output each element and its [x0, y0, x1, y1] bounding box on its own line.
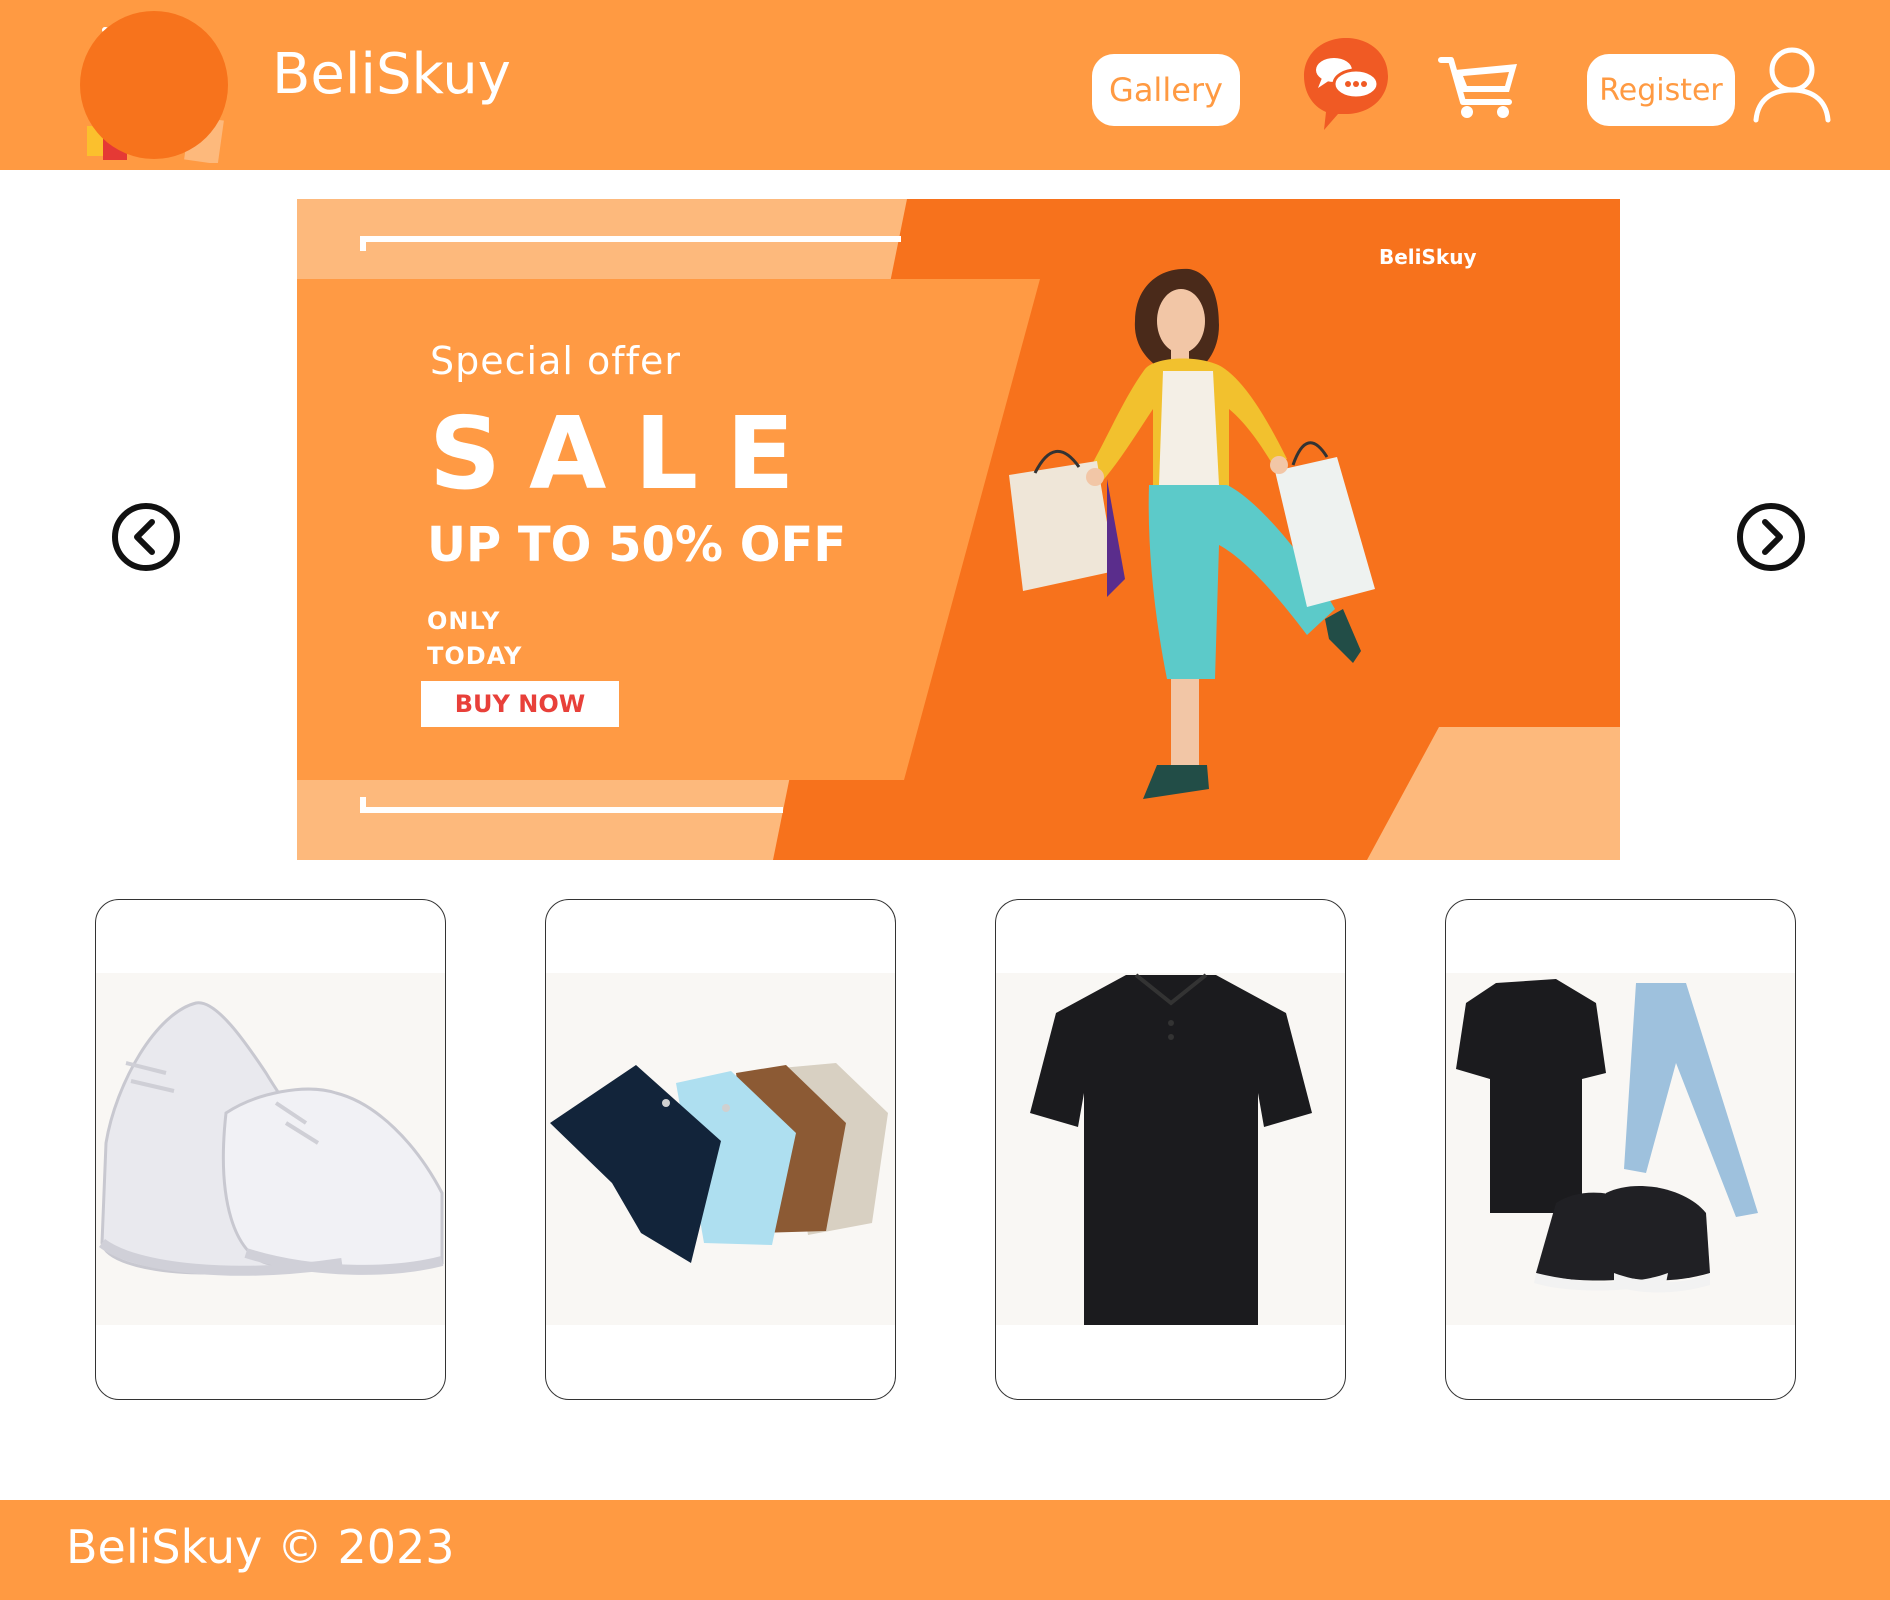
only-today-text: ONLY TODAY	[427, 604, 522, 674]
carousel-prev-button[interactable]	[111, 502, 181, 572]
product-image-black-polo-shirt	[996, 973, 1345, 1325]
only-line: ONLY	[427, 607, 501, 635]
chevron-right-icon	[1737, 503, 1805, 571]
buy-now-button[interactable]: BUY NOW	[421, 681, 619, 727]
copyright-text: BeliSkuy © 2023	[66, 1520, 455, 1574]
footer: BeliSkuy © 2023	[0, 1500, 1890, 1600]
today-line: TODAY	[427, 642, 523, 670]
shopper-woman-image	[1009, 268, 1375, 799]
product-card-shorts[interactable]	[545, 899, 896, 1400]
polo-shirt-image	[1030, 973, 1312, 1325]
brand-name: BeliSkuy	[272, 42, 511, 107]
logo[interactable]	[75, 8, 235, 165]
product-card-sneakers[interactable]	[95, 899, 446, 1400]
product-card-polo[interactable]	[995, 899, 1346, 1400]
chat-icon[interactable]	[1300, 34, 1392, 134]
product-image-white-sneakers	[96, 973, 445, 1325]
cart-icon[interactable]	[1437, 52, 1523, 122]
promo-banner[interactable]: Special offer SALE UP TO 50% OFF ONLY TO…	[297, 199, 1620, 860]
outfit-image	[1456, 979, 1758, 1293]
sneakers-image	[98, 1001, 444, 1276]
product-image-outfit-set	[1446, 973, 1795, 1325]
product-image-shorts	[546, 973, 895, 1325]
gallery-button[interactable]: Gallery	[1092, 54, 1240, 126]
header: BeliSkuy Gallery Register	[0, 0, 1890, 170]
register-button[interactable]: Register	[1587, 54, 1735, 126]
shorts-image	[550, 1063, 888, 1263]
sale-heading: SALE	[429, 395, 823, 512]
chevron-left-icon	[112, 503, 180, 571]
carousel-next-button[interactable]	[1736, 502, 1806, 572]
special-offer-text: Special offer	[430, 339, 682, 383]
discount-text: UP TO 50% OFF	[427, 517, 847, 573]
logo-circle	[80, 11, 228, 159]
user-icon[interactable]	[1752, 44, 1832, 124]
product-card-outfit[interactable]	[1445, 899, 1796, 1400]
